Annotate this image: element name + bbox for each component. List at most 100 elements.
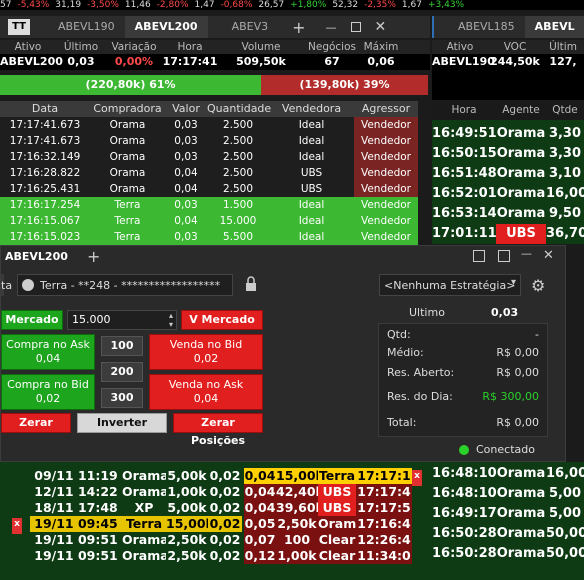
trade-row[interactable]: 17:16:15.023 Terra 0,03 5.500 Ideal Vendedor xyxy=(0,229,418,245)
book-row[interactable]: 16:48:10 Orama 5,00 xyxy=(432,484,584,504)
trade-cell: 0,03 xyxy=(174,199,198,211)
trade-cell: 2.500 xyxy=(222,183,254,195)
book-row[interactable]: 16:50:28 Orama 50,00 xyxy=(432,524,584,544)
book-row[interactable]: 16:50:15 Orama 3,30 xyxy=(432,144,584,164)
offer-cell: 17:16:4 xyxy=(356,516,412,532)
detach-icon[interactable] xyxy=(498,250,510,262)
tab-abevl185[interactable]: ABEVL185 xyxy=(448,16,525,38)
trade-row[interactable]: 17:16:25.431 Orama 0,04 2.500 UBS Vendedor xyxy=(0,181,418,197)
account-select[interactable]: Terra - **248 - ****************** xyxy=(17,274,233,296)
trade-cell: 17:16:28.822 xyxy=(9,167,81,179)
minimize-icon[interactable]: — xyxy=(326,21,337,34)
col-voc: VOC xyxy=(503,41,527,53)
venda-ask-price: 0,04 xyxy=(193,392,219,405)
connected-status-icon xyxy=(459,445,469,455)
account-value: Terra - **248 - ****************** xyxy=(40,279,221,292)
offer-cell: 42,40k xyxy=(276,484,318,500)
quantity-stepper[interactable]: ▴ ▾ xyxy=(169,311,173,329)
venda-bid-button[interactable]: Venda no Bid 0,02 xyxy=(149,334,263,370)
book-cell: 5,00 xyxy=(548,486,582,501)
tab-abevl200[interactable]: ABEVL200 xyxy=(124,16,208,38)
tab-abev3[interactable]: ABEV3 xyxy=(222,16,279,38)
col-agressor[interactable]: Agressor xyxy=(354,101,418,117)
col-ativo-r: Ativo xyxy=(446,41,474,53)
trade-cell: Vendedor xyxy=(354,229,418,245)
book-row[interactable]: 16:51:48 Orama 3,10 xyxy=(432,164,584,184)
book-row[interactable]: 16:53:14 Orama 9,50 xyxy=(432,204,584,224)
book-row[interactable]: 16:50:28 Orama 50,00 xyxy=(432,544,584,564)
close-icon[interactable]: ✕ xyxy=(375,19,387,35)
offer-row[interactable]: 12/11 14:22Orama1,00k0,020,0442,40kUBS17… xyxy=(0,484,432,500)
offer-row[interactable]: 18/11 17:48XP5,00k0,020,0439,60kUBS17:17… xyxy=(0,500,432,516)
gear-icon[interactable]: ⚙ xyxy=(531,276,545,295)
order-title[interactable]: ABEVL200 xyxy=(5,250,68,263)
col-compradora[interactable]: Compradora xyxy=(90,101,165,117)
book-cell: 50,00 xyxy=(546,546,584,561)
offer-row[interactable]: 19/11 09:45Terra15,00k0,020,052,50kOrama… xyxy=(0,516,432,534)
trade-cell: 17:16:15.067 xyxy=(9,215,81,227)
trade-cell: 0,03 xyxy=(174,231,198,243)
tab-abevl190[interactable]: ABEVL190 xyxy=(48,16,125,38)
compra-ask-button[interactable]: Compra no Ask 0,04 xyxy=(1,334,95,370)
book-cell: 5,00 xyxy=(548,506,582,521)
add-tab-button[interactable]: + xyxy=(292,18,305,37)
offer-cell: 2,50k xyxy=(166,548,208,564)
col-vendedora[interactable]: Vendedora xyxy=(269,101,354,117)
popout-icon[interactable] xyxy=(473,250,485,262)
book-row[interactable]: 17:01:11 UBS 36,70 xyxy=(432,224,584,244)
trades-header: Data Compradora Valor Quantidade Vendedo… xyxy=(0,101,418,117)
qty-300-button[interactable]: 300 xyxy=(101,388,143,408)
zerar-posicoes-button[interactable]: Zerar Posições xyxy=(173,413,263,447)
tab-abevl[interactable]: ABEVL xyxy=(524,16,584,38)
minimize-order-icon[interactable]: — xyxy=(521,247,532,260)
venda-ask-button[interactable]: Venda no Ask 0,04 xyxy=(149,374,263,410)
offer-cell: 17:17:4 xyxy=(356,484,412,500)
col-valor[interactable]: Valor xyxy=(165,101,207,117)
ticker-item: -5,43% xyxy=(17,0,50,10)
offer-row[interactable]: 09/11 11:19Orama5,00k0,020,0415,00kTerra… xyxy=(0,468,432,486)
venda-mercado-button[interactable]: V Mercado xyxy=(181,310,263,330)
ticker-item: -2,35% xyxy=(364,0,396,10)
trade-cell: 2.500 xyxy=(222,151,254,163)
right-spacer xyxy=(432,70,584,100)
book-row[interactable]: 16:48:10 Orama 16,00 xyxy=(432,464,584,484)
col-data[interactable]: Data xyxy=(0,101,90,117)
lock-icon[interactable] xyxy=(245,276,257,292)
qty-200-button[interactable]: 200 xyxy=(101,362,143,382)
close-order-icon[interactable]: ✕ xyxy=(543,248,554,263)
inverter-button[interactable]: Inverter xyxy=(77,413,167,433)
book-row[interactable]: 16:49:51 Orama 3,30 xyxy=(432,124,584,144)
trades-table: Data Compradora Valor Quantidade Vendedo… xyxy=(0,101,418,245)
book-cell: 16:50:28 xyxy=(432,526,496,541)
medio-value: R$ 0,00 xyxy=(496,346,539,359)
book-row[interactable]: 16:52:01 Orama 16,00 xyxy=(432,184,584,204)
strategy-select[interactable]: <Nenhuma Estratégia> ▾ xyxy=(379,274,521,296)
offer-cell: 5,00k xyxy=(166,500,208,516)
offer-row[interactable]: 19/11 09:51 Orama 2,50k 0,02 0,07 100 Clear 12:… xyxy=(0,532,432,548)
col-quantidade[interactable]: Quantidade xyxy=(207,101,271,117)
right-book-list: 16:49:51 Orama 3,30 16:50:15 Orama 3,30 16:51:… xyxy=(432,124,584,244)
offer-cell: 11:34:0 xyxy=(356,548,412,564)
compra-mercado-button[interactable]: Mercado xyxy=(1,310,63,330)
trade-row[interactable]: 17:16:17.254 Terra 0,03 1.500 Ideal Vendedor xyxy=(0,197,418,213)
offer-row[interactable]: 19/11 09:51 Orama 2,50k 0,02 0,12 1,00k Clear 1… xyxy=(0,548,432,564)
qty-100-button[interactable]: 100 xyxy=(101,336,143,356)
trade-cell: Orama xyxy=(109,151,146,163)
trade-row[interactable]: 17:16:32.149 Orama 0,03 2.500 Ideal Vendedor xyxy=(0,149,418,165)
trade-row[interactable]: 17:16:28.822 Orama 0,04 2.500 UBS Vendedor xyxy=(0,165,418,181)
offer-cell: Orama xyxy=(318,516,356,532)
add-order-tab-button[interactable]: + xyxy=(87,247,100,266)
trade-cell: Orama xyxy=(109,119,146,131)
zerar-button[interactable]: Zerar xyxy=(1,413,71,433)
book-row[interactable]: 16:49:17 Orama 5,00 xyxy=(432,504,584,524)
hora-value: 17:17:41 xyxy=(162,55,218,68)
maximize-icon[interactable] xyxy=(350,22,361,32)
trade-cell: 5.500 xyxy=(222,231,254,243)
book-cell: Orama xyxy=(496,466,546,481)
trade-row[interactable]: 17:17:41.673 Orama 0,03 2.500 Ideal Vendedor xyxy=(0,133,418,149)
quantity-input[interactable]: 15.000 ▴ ▾ xyxy=(67,310,177,330)
trade-row[interactable]: 17:17:41.673 Orama 0,03 2.500 Ideal Vendedor xyxy=(0,117,418,133)
trade-row[interactable]: 17:16:15.067 Terra 0,04 15.000 Ideal Vendedor xyxy=(0,213,418,229)
trade-cell: Vendedor xyxy=(354,181,418,197)
compra-bid-button[interactable]: Compra no Bid 0,02 xyxy=(1,374,95,410)
